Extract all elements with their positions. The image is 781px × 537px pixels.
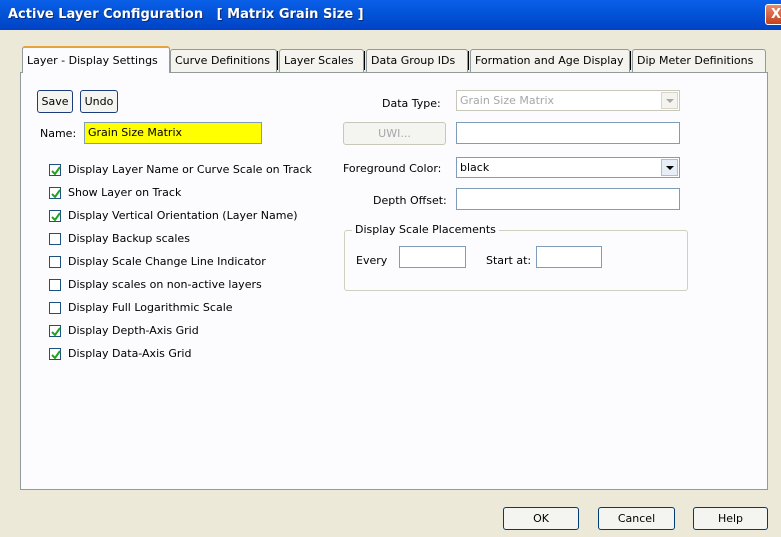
checkbox-label: Display Depth-Axis Grid [68, 324, 199, 337]
checkbox-box[interactable] [49, 187, 61, 199]
checkbox-box[interactable] [49, 164, 61, 176]
every-input[interactable] [399, 246, 466, 268]
tab-layer-display-settings[interactable]: Layer - Display Settings [22, 46, 170, 73]
tab-formation-and-age-display[interactable]: Formation and Age Display [470, 49, 630, 73]
foreground-color-label: Foreground Color: [343, 162, 442, 175]
checkbox-box[interactable] [49, 348, 61, 360]
chevron-down-icon [661, 92, 678, 109]
window-title: Active Layer Configuration [ Matrix Grai… [8, 7, 364, 22]
data-type-select: Grain Size Matrix [456, 90, 680, 111]
tab-label: Layer Scales [284, 54, 354, 67]
name-input[interactable]: Grain Size Matrix [84, 122, 262, 144]
ok-button[interactable]: OK [503, 507, 579, 530]
tab-label: Data Group IDs [371, 54, 456, 67]
uwi-button: UWI... [343, 122, 446, 145]
checkbox-box[interactable] [49, 233, 61, 245]
depth-offset-label: Depth Offset: [373, 194, 447, 207]
cancel-button[interactable]: Cancel [598, 507, 675, 530]
checkbox-label: Display Layer Name or Curve Scale on Tra… [68, 163, 312, 176]
chevron-down-icon[interactable] [661, 159, 678, 176]
tab-label: Dip Meter Definitions [637, 54, 754, 67]
checkbox-label: Display Data-Axis Grid [68, 347, 192, 360]
start-at-input[interactable] [536, 246, 602, 268]
checkbox-box[interactable] [49, 302, 61, 314]
checkbox-label: Display Vertical Orientation (Layer Name… [68, 209, 298, 222]
start-at-label: Start at: [486, 254, 532, 267]
tab-label: Formation and Age Display [475, 54, 624, 67]
tab-data-group-ids[interactable]: Data Group IDs [366, 49, 468, 73]
tab-layer-scales[interactable]: Layer Scales [279, 49, 364, 73]
help-button[interactable]: Help [693, 507, 768, 530]
checkbox-box[interactable] [49, 325, 61, 337]
checkbox-label: Display Backup scales [68, 232, 190, 245]
checkbox-label: Display Full Logarithmic Scale [68, 301, 233, 314]
tab-label: Layer - Display Settings [27, 54, 158, 67]
title-bar: Active Layer Configuration [ Matrix Grai… [0, 0, 781, 30]
data-type-value: Grain Size Matrix [460, 94, 555, 107]
tab-label: Curve Definitions [175, 54, 270, 67]
checkbox-box[interactable] [49, 256, 61, 268]
checkbox-box[interactable] [49, 210, 61, 222]
checkbox-box[interactable] [49, 279, 61, 291]
data-type-label: Data Type: [382, 97, 441, 110]
close-icon[interactable]: X [765, 4, 781, 25]
tab-dip-meter-definitions[interactable]: Dip Meter Definitions [632, 49, 766, 73]
tab-strip: Layer - Display Settings Curve Definitio… [0, 46, 781, 73]
foreground-color-value: black [460, 161, 490, 174]
tab-curve-definitions[interactable]: Curve Definitions [170, 49, 277, 73]
save-button[interactable]: Save [37, 90, 73, 113]
foreground-color-select[interactable]: black [456, 157, 680, 178]
depth-offset-input[interactable] [456, 188, 680, 210]
every-label: Every [356, 254, 388, 267]
name-label: Name: [40, 127, 77, 140]
checkbox-label: Display Scale Change Line Indicator [68, 255, 266, 268]
scale-placements-title: Display Scale Placements [352, 223, 499, 236]
checkbox-label: Display scales on non-active layers [68, 278, 262, 291]
undo-button[interactable]: Undo [80, 90, 118, 113]
checkbox-label: Show Layer on Track [68, 186, 182, 199]
uwi-input[interactable] [456, 122, 680, 144]
